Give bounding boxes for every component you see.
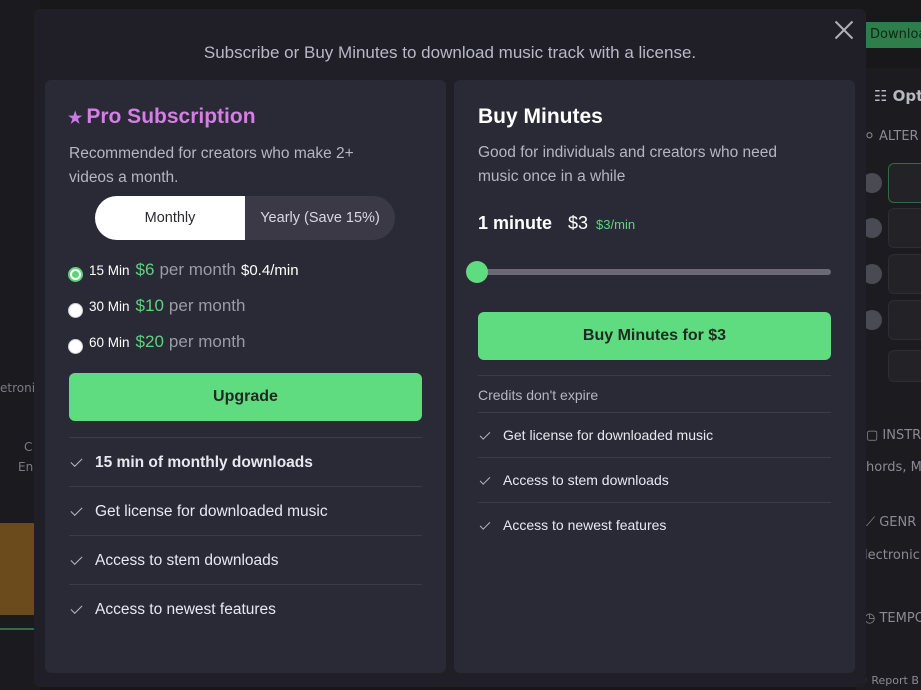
progress-line (0, 628, 36, 630)
options-label: ☷ Opt (874, 87, 921, 105)
track-waveform (0, 523, 36, 615)
waveform-thumb[interactable] (888, 300, 921, 340)
column-label: En (18, 460, 34, 474)
waveform-thumb[interactable] (888, 254, 921, 294)
plan-period: per month (168, 332, 246, 351)
star-icon: ★ (68, 110, 83, 127)
feature-item: Access to newest features (478, 502, 831, 547)
plan-price: $20 (135, 332, 164, 351)
more-button[interactable] (888, 350, 921, 382)
pro-description: Recommended for creators who make 2+ vid… (69, 145, 354, 186)
feature-item: Access to stem downloads (69, 535, 422, 584)
column-label: C (24, 440, 33, 454)
feature-item: Access to stem downloads (478, 457, 831, 502)
toggle-monthly[interactable]: Monthly (95, 196, 245, 240)
pro-title: ★ Pro Subscription (68, 105, 256, 128)
alter-label: ⚪ ALTER (864, 129, 919, 144)
feature-item: Get license for downloaded music (478, 412, 831, 457)
plan-minutes: 30 Min (89, 299, 130, 314)
minutes-slider-thumb[interactable] (466, 261, 488, 283)
plan-option-15[interactable]: 15 Min $6 per month $0.4/min (68, 260, 299, 284)
check-icon (479, 473, 491, 485)
close-icon[interactable] (834, 20, 854, 40)
sliders-icon: ☷ (874, 87, 893, 105)
upgrade-button[interactable]: Upgrade (69, 373, 422, 421)
chords-label: hords, M (866, 460, 921, 475)
buy-minutes-card: Buy Minutes Good for individuals and cre… (454, 80, 855, 673)
minutes-summary: 1 minute $3 $3/min (478, 213, 635, 234)
genre-label: ⟋ GENR (866, 515, 917, 530)
check-icon (479, 428, 491, 440)
plan-price: $6 (135, 260, 155, 279)
check-icon (479, 518, 491, 530)
instr-label: ▢ INSTR (866, 428, 921, 443)
plan-period: per month (159, 260, 236, 279)
subscribe-modal: Subscribe or Buy Minutes to download mus… (34, 9, 866, 687)
feature-item: Access to newest features (69, 584, 422, 633)
pro-subscription-card: ★ Pro Subscription Recommended for creato… (45, 80, 446, 673)
waveform-thumb[interactable] (888, 208, 921, 248)
buy-minutes-title: Buy Minutes (478, 105, 603, 128)
download-button[interactable]: Download (860, 22, 921, 48)
billing-toggle: Monthly Yearly (Save 15%) (95, 196, 395, 240)
feature-item: 15 min of monthly downloads (69, 437, 422, 486)
credits-note: Credits don't expire (478, 375, 831, 412)
toggle-yearly[interactable]: Yearly (Save 15%) (245, 196, 395, 240)
minutes-slider-track[interactable] (478, 269, 831, 275)
check-icon (70, 601, 83, 614)
plan-option-30[interactable]: 30 Min $10 per month (68, 296, 250, 320)
check-icon (70, 552, 83, 565)
plan-rate: $0.4/min (241, 262, 299, 279)
buy-minutes-description: Good for individuals and creators who ne… (478, 144, 777, 185)
plan-minutes: 15 Min (89, 263, 130, 278)
radio-60-min[interactable] (68, 338, 83, 354)
buy-minutes-button[interactable]: Buy Minutes for $3 (478, 312, 831, 360)
minute-rate: $3/min (596, 217, 636, 232)
minute-count: 1 minute (478, 213, 553, 233)
radio-30-min[interactable] (68, 302, 83, 318)
check-icon (70, 454, 83, 467)
modal-title: Subscribe or Buy Minutes to download mus… (203, 43, 697, 62)
plan-option-60[interactable]: 60 Min $20 per month (68, 332, 250, 356)
report-link[interactable]: ⚑ Report B (858, 674, 919, 687)
plan-minutes: 60 Min (89, 335, 130, 350)
check-icon (70, 503, 83, 516)
tempo-label: ◷ TEMPO (864, 611, 921, 626)
feature-item: Get license for downloaded music (69, 486, 422, 535)
electronic-label: lectronic (864, 548, 920, 563)
plan-price: $10 (135, 296, 164, 315)
minute-price: $3 (568, 213, 589, 233)
waveform-thumb[interactable] (888, 163, 921, 203)
plan-period: per month (168, 296, 246, 315)
radio-15-min[interactable] (68, 266, 83, 282)
